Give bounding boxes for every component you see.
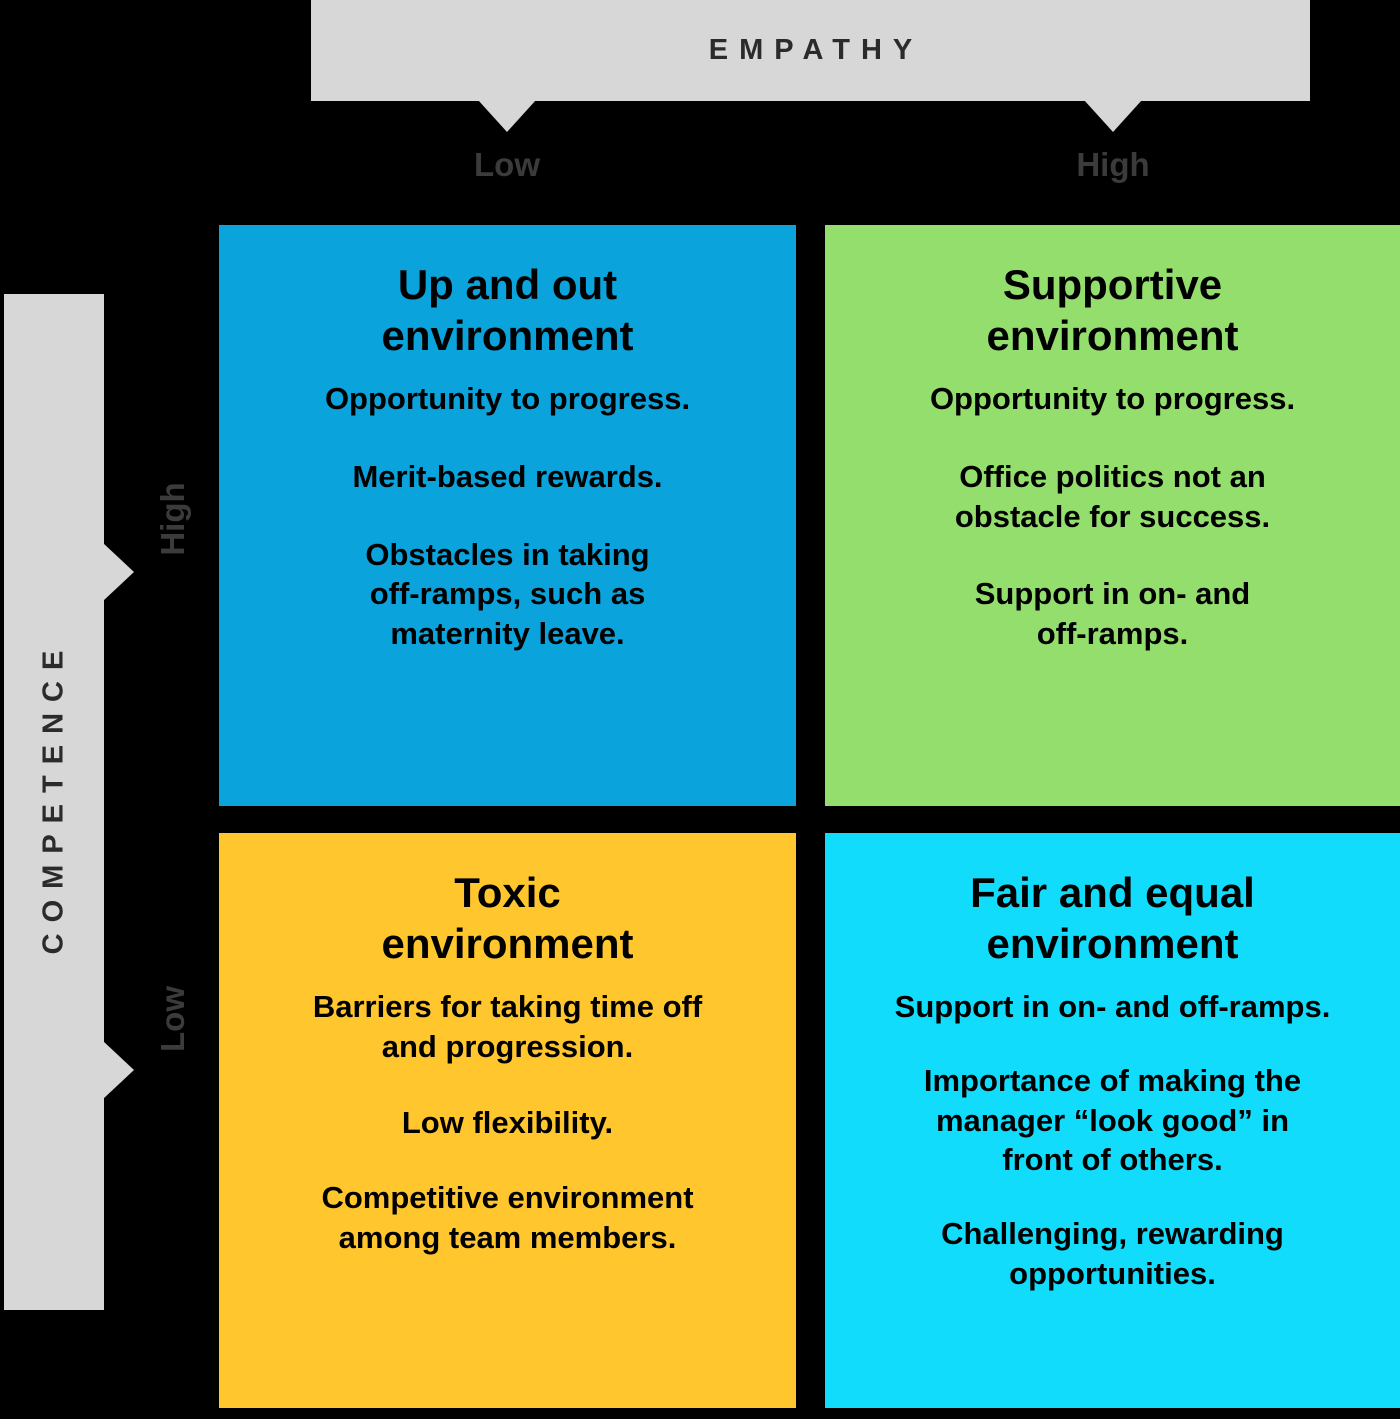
quadrant-body: Barriers for taking time off and progres…: [253, 987, 762, 1293]
quadrant-point: Obstacles in taking off-ramps, such as m…: [365, 536, 650, 652]
competence-axis-title: COMPETENCE: [37, 639, 70, 954]
quadrant-point: Importance of making the manager “look g…: [923, 1063, 1302, 1178]
quadrant-point: Opportunity to progress.: [324, 381, 691, 417]
quadrant-point: Competitive environment among team membe…: [321, 1180, 694, 1256]
empathy-low-arrow-icon: [478, 100, 536, 132]
quadrant-point: Support in on- and off-ramps.: [974, 576, 1251, 652]
quadrant-up-and-out: Up and out environment Opportunity to pr…: [219, 225, 796, 806]
quadrant-body: Support in on- and off-ramps. Importance…: [859, 987, 1366, 1327]
competence-high-arrow-icon: [103, 543, 134, 601]
quadrant-point: Barriers for taking time off and progres…: [312, 989, 703, 1065]
empathy-axis-title: EMPATHY: [708, 34, 924, 66]
quadrant-toxic: Toxic environment Barriers for taking ti…: [219, 833, 796, 1408]
competence-low-tick-label: Low: [154, 986, 191, 1052]
quadrant-point: Support in on- and off-ramps.: [894, 989, 1331, 1025]
quadrant-title: Supportive environment: [986, 261, 1239, 360]
quadrant-point: Office politics not an obstacle for succ…: [954, 459, 1271, 534]
quadrant-point: Challenging, rewarding opportunities.: [941, 1216, 1284, 1291]
competence-low-arrow-icon: [103, 1041, 134, 1099]
quadrant-title: Toxic environment: [381, 869, 634, 968]
competence-high-tick-label: High: [154, 482, 191, 556]
quadrant-title: Up and out environment: [381, 261, 634, 360]
quadrant-body: Opportunity to progress. Merit-based rew…: [253, 379, 762, 653]
quadrant-point: Low flexibility.: [401, 1104, 614, 1140]
competence-axis-bar: COMPETENCE: [4, 294, 104, 1310]
quadrant-point: Merit-based rewards.: [352, 459, 663, 495]
quadrant-supportive: Supportive environment Opportunity to pr…: [825, 225, 1400, 806]
quadrant-body: Opportunity to progress. Office politics…: [859, 379, 1366, 653]
quadrant-point: Opportunity to progress.: [929, 381, 1296, 417]
empathy-low-tick-label: Low: [474, 146, 540, 183]
quadrant-title: Fair and equal environment: [970, 869, 1255, 968]
quadrant-fair-and-equal: Fair and equal environment Support in on…: [825, 833, 1400, 1408]
empathy-axis-bar: EMPATHY: [311, 0, 1310, 101]
empathy-high-tick-label: High: [1076, 146, 1150, 183]
matrix-diagram: EMPATHY Low High COMPETENCE High Low Up …: [0, 0, 1400, 1419]
empathy-high-arrow-icon: [1084, 100, 1142, 132]
